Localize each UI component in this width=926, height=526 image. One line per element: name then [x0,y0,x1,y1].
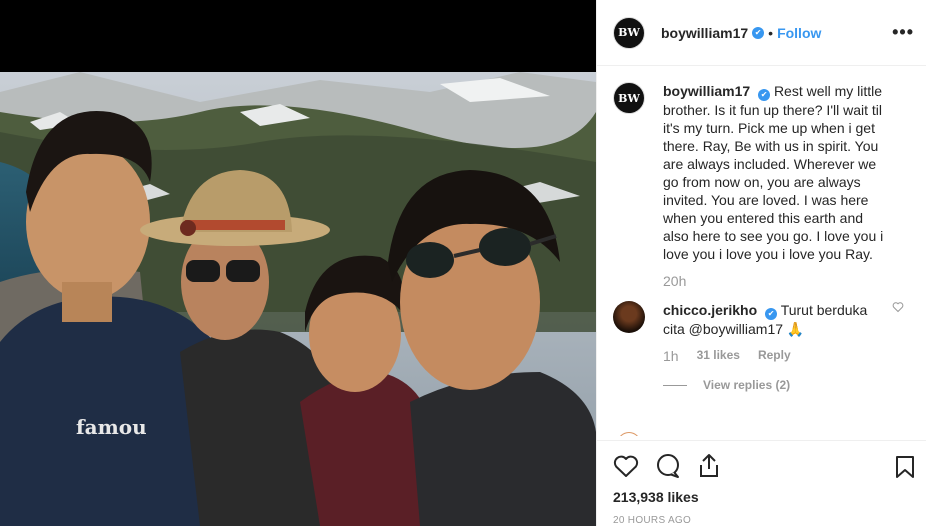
author-avatar[interactable]: BW [613,16,645,49]
replies-line [663,384,687,386]
separator-dot: • [768,24,774,41]
action-icons [597,441,926,479]
commenter-avatar[interactable] [613,301,645,333]
post-header: BW boywilliam17 ✔ • Follow ••• [597,0,926,66]
comment-row: chicco.jerikho ✔ Turut berduka cita @boy… [613,301,910,338]
view-replies-label[interactable]: View replies (2) [703,378,790,392]
likes-count[interactable]: 213,938 likes [613,489,926,505]
post-photo[interactable]: famou [0,72,596,526]
comments-list: BW boywilliam17 ✔ Rest well my little br… [597,66,926,436]
comment-meta: 1h 31 likes Reply [663,348,910,364]
bookmark-icon[interactable] [895,455,915,479]
more-options-icon[interactable]: ••• [892,22,914,43]
comment-verified-icon: ✔ [765,308,778,320]
caption-author-avatar[interactable]: BW [613,82,645,114]
author-username[interactable]: boywilliam17 [661,25,748,41]
caption-text: Rest well my little brother. Is it fun u… [663,83,884,262]
caption-body: boywilliam17 ✔ Rest well my little broth… [663,82,889,263]
caption-username[interactable]: boywilliam17 [663,83,750,99]
comment-likes[interactable]: 31 likes [697,348,740,364]
view-replies[interactable]: View replies (2) [663,378,910,392]
comment-icon[interactable] [655,453,681,479]
small-heart-icon[interactable] [892,301,904,316]
caption-time[interactable]: 20h [663,273,910,289]
post-timestamp[interactable]: 20 HOURS AGO [613,515,926,526]
heart-icon[interactable] [613,454,639,478]
action-bar: 213,938 likes 20 HOURS AGO [597,440,926,526]
post-sidebar: BW boywilliam17 ✔ • Follow ••• BW boywil… [596,0,926,526]
shirt-text: famou [76,415,147,439]
group-selfie-image: famou [0,72,596,526]
caption-verified-icon: ✔ [758,89,771,101]
follow-button[interactable]: Follow [777,25,821,41]
photo-panel: famou [0,0,596,526]
caption-row: BW boywilliam17 ✔ Rest well my little br… [613,82,910,263]
comment-time[interactable]: 1h [663,348,679,364]
verified-badge-icon: ✔ [752,26,765,39]
comment-body: chicco.jerikho ✔ Turut berduka cita @boy… [663,301,889,338]
next-comment-avatar-peek [617,432,641,436]
comment-username[interactable]: chicco.jerikho [663,302,757,318]
share-icon[interactable] [697,453,721,479]
reply-button[interactable]: Reply [758,348,791,364]
